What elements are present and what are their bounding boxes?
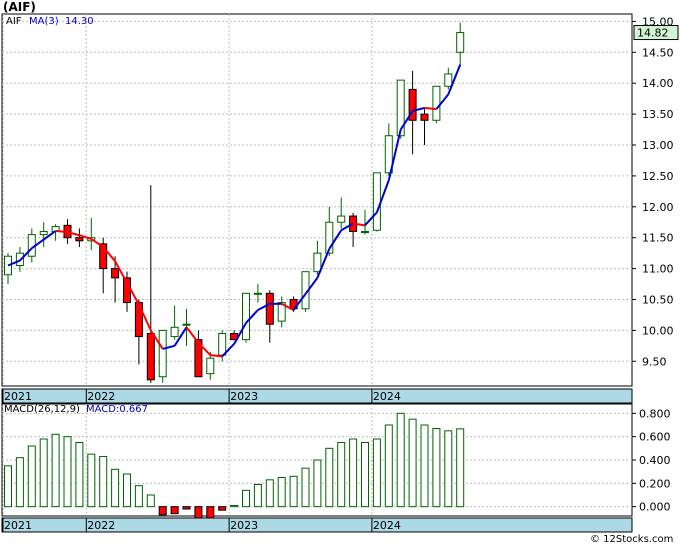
price-tick-label: 14.50 <box>642 46 674 59</box>
macd-bar <box>361 442 369 508</box>
macd-bar <box>337 442 346 508</box>
macd-date-tick-label: 2021 <box>4 519 32 532</box>
candle-body <box>361 231 369 234</box>
price-tick-label: 10.00 <box>642 324 674 337</box>
macd-bar <box>277 477 286 508</box>
macd-bar <box>182 506 191 510</box>
macd-tick-label: 0.600 <box>639 431 671 444</box>
watermark: © 12Stocks.com <box>590 534 673 545</box>
macd-bar <box>146 494 155 508</box>
macd-date-tick-label: 2024 <box>373 519 401 532</box>
price-panel-frame <box>1 13 633 387</box>
candle-body <box>170 326 179 338</box>
macd-bar <box>87 453 96 508</box>
candle-body <box>146 332 155 381</box>
price-tick-label: 9.50 <box>642 355 667 368</box>
macd-bar <box>158 506 167 516</box>
price-tick-label: 13.00 <box>642 139 674 152</box>
macd-label: MACD(26,12,9) <box>4 404 80 415</box>
ma3-line-segment <box>55 229 68 234</box>
candle-body <box>444 73 453 87</box>
macd-bar <box>325 447 334 508</box>
macd-date-tick-label: 2022 <box>87 519 115 532</box>
macd-tick-label: 0.000 <box>639 501 671 514</box>
candle-body <box>158 329 167 378</box>
ticker-label: AIF <box>6 16 22 27</box>
macd-bar <box>372 438 381 508</box>
macd-bar <box>313 459 322 508</box>
last-price-label: 14.82 <box>637 27 669 40</box>
macd-bar <box>301 467 310 508</box>
macd-bar <box>408 418 417 508</box>
macd-bar <box>123 473 131 508</box>
candle-body <box>111 268 120 279</box>
macd-bar <box>420 424 429 508</box>
stock-chart-svg: 9.50 10.00 10.50 11.00 11.50 12.00 12.50 13.00 1… <box>1 0 679 545</box>
macd-bar <box>396 412 405 508</box>
macd-tick-label: 0.800 <box>639 407 671 420</box>
date-tick-label: 2023 <box>230 390 258 403</box>
macd-bar <box>111 468 120 508</box>
macd-bar <box>39 438 48 508</box>
macd-bar <box>253 484 262 508</box>
candle-body <box>218 332 227 356</box>
chart-stage: 9.50 10.00 10.50 11.00 11.50 12.00 12.50 13.00 1… <box>0 0 680 546</box>
price-tick-label: 13.50 <box>642 108 674 121</box>
price-tick-label: 10.50 <box>642 293 674 306</box>
macd-bar <box>51 433 60 508</box>
macd-bar <box>384 424 393 508</box>
candle-body <box>420 113 429 121</box>
ma-value: 14.30 <box>65 16 94 27</box>
macd-bar <box>99 456 108 508</box>
macd-bar <box>289 475 298 508</box>
candle-body <box>206 357 215 375</box>
macd-bar <box>75 442 84 508</box>
macd-bar <box>432 428 441 508</box>
ma3-line-segment <box>210 354 223 358</box>
chart-title: (AIF) <box>3 0 36 14</box>
macd-bar <box>27 445 36 508</box>
date-tick-label: 2022 <box>87 390 115 403</box>
macd-bar <box>194 506 203 519</box>
macd-bar <box>242 489 250 508</box>
candle-body <box>75 237 84 242</box>
candle-body <box>242 292 250 341</box>
candle-body <box>372 172 381 231</box>
macd-bar <box>456 428 465 508</box>
candle-body <box>182 323 191 326</box>
macd-bar <box>63 436 72 508</box>
date-tick-label: 2024 <box>373 390 401 403</box>
price-tick-label: 12.00 <box>642 201 674 214</box>
date-tick-label: 2021 <box>4 390 32 403</box>
macd-tick-label: 0.200 <box>639 477 671 490</box>
candle-body <box>313 252 322 273</box>
macd-tick-label: 0.400 <box>639 454 671 467</box>
candle-body <box>253 292 262 295</box>
macd-bar <box>265 479 274 508</box>
candle-body <box>265 292 274 325</box>
price-tick-label: 11.50 <box>642 232 674 245</box>
macd-bar <box>4 465 12 508</box>
price-tick-label: 14.00 <box>642 77 674 90</box>
candle-body <box>456 32 465 53</box>
ma-label: MA(3) <box>29 16 59 27</box>
macd-bar <box>134 485 143 508</box>
macd-bar <box>230 505 239 508</box>
candle-body <box>432 85 441 121</box>
macd-bar <box>170 506 179 515</box>
candle-body <box>337 215 346 223</box>
macd-bar <box>349 438 358 508</box>
price-tick-label: 11.00 <box>642 263 674 276</box>
macd-bar <box>444 430 453 508</box>
macd-bar <box>218 506 227 511</box>
ma3-line-segment <box>424 106 437 111</box>
price-tick-label: 12.50 <box>642 170 674 183</box>
candle-body <box>39 231 48 236</box>
macd-value: MACD:0.667 <box>86 404 148 415</box>
macd-date-tick-label: 2023 <box>230 519 258 532</box>
macd-bar <box>15 457 24 508</box>
